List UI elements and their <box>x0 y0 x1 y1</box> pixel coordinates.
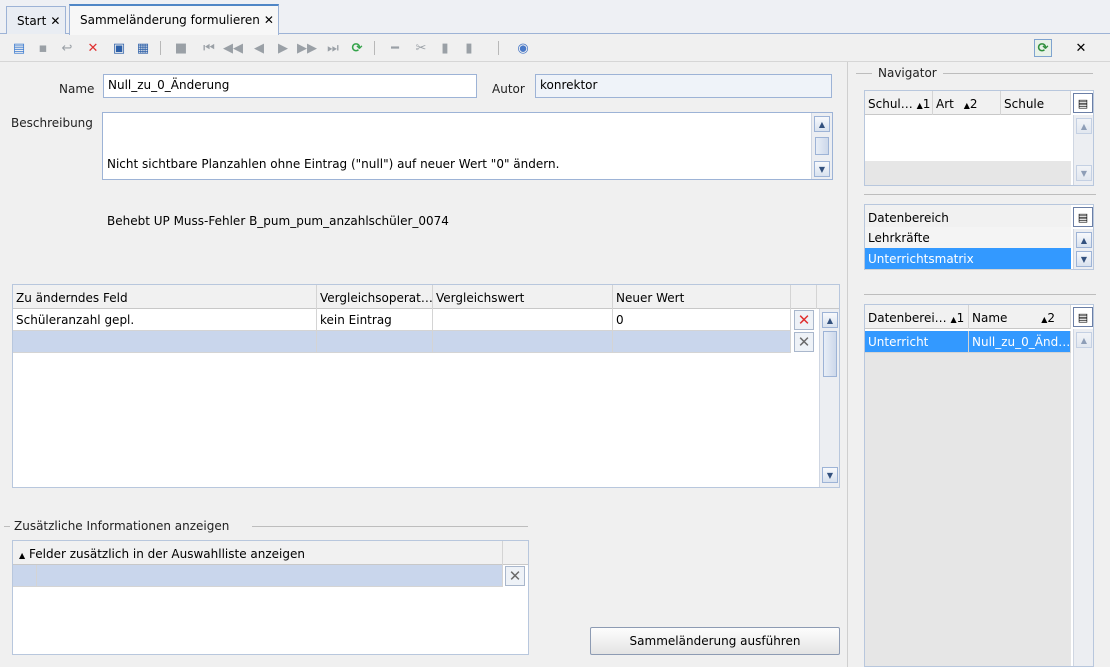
changes-grid: Zu änderndes Feld Vergleichsoperat… Verg… <box>12 284 840 488</box>
table-row-field[interactable]: Schüleranzahl gepl. <box>13 309 317 331</box>
description-line-1: Nicht sichtbare Planzahlen ohne Eintrag … <box>107 157 560 171</box>
delete-icon[interactable]: ✕ <box>84 39 102 57</box>
column-chooser-icon[interactable]: ▤ <box>1073 307 1093 327</box>
next-page-icon[interactable]: ▶▶ <box>297 39 317 57</box>
description-line-2: Behebt UP Muss-Fehler B_pum_pum_anzahlsc… <box>107 214 449 228</box>
table-row-new-value[interactable] <box>613 331 791 353</box>
list-item-selected[interactable]: Unterrichtsmatrix <box>865 248 1071 270</box>
undo-icon[interactable]: ↩ <box>58 39 76 57</box>
tab-start[interactable]: Start ✕ <box>6 6 66 34</box>
delete-row-icon[interactable]: ✕ <box>794 332 814 352</box>
scroll-up-icon[interactable]: ▲ <box>1076 118 1092 134</box>
table-row-area[interactable]: Unterricht <box>865 331 969 353</box>
column-chooser-icon[interactable]: ▤ <box>1073 207 1093 227</box>
navigator-grid-aenderungen: Datenberei… ▲1 Name ▲2 ▤ Unterricht Null… <box>864 304 1094 667</box>
col-extra-fields-label: Felder zusätzlich in der Auswahlliste an… <box>28 547 305 561</box>
scroll-down-icon[interactable]: ▼ <box>1076 251 1092 267</box>
name-field[interactable]: Null_zu_0_Änderung <box>103 74 477 98</box>
paste-icon[interactable]: ▮ <box>460 39 478 57</box>
scroll-thumb[interactable] <box>815 137 829 155</box>
extra-info-grid: ▲ Felder zusätzlich in der Auswahlliste … <box>12 540 529 655</box>
sort-asc-icon: ▲ <box>19 551 26 560</box>
tab-sammelaenderung-label: Sammeländerung formulieren <box>80 13 260 27</box>
remove-icon[interactable]: ━ <box>386 39 404 57</box>
description-field[interactable]: Nicht sichtbare Planzahlen ohne Eintrag … <box>102 112 833 228</box>
scroll-up-icon[interactable]: ▲ <box>1076 232 1092 248</box>
table-row-compare[interactable] <box>433 331 613 353</box>
extra-info-title: Zusätzliche Informationen anzeigen <box>14 519 230 533</box>
col-compare[interactable]: Vergleichswert <box>433 285 613 309</box>
copy2-icon[interactable]: ▮ <box>436 39 454 57</box>
main-panel: Name Null_zu_0_Änderung Autor konrektor … <box>2 62 848 667</box>
col-operator[interactable]: Vergleichsoperat… <box>317 285 433 309</box>
scroll-thumb[interactable] <box>823 331 837 377</box>
description-scrollbar[interactable]: ▲ ▼ <box>811 113 832 179</box>
column-chooser-icon[interactable]: ▤ <box>1073 93 1093 113</box>
description-label: Beschreibung <box>11 116 93 130</box>
tab-start-label: Start <box>17 14 47 28</box>
refresh-window-icon[interactable]: ⟳ <box>1034 39 1052 57</box>
author-field[interactable]: konrektor <box>535 74 832 98</box>
tab-bar: Start ✕ Sammeländerung formulieren ✕ <box>0 0 1110 35</box>
navigator-scrollbar[interactable]: ▲ <box>1073 329 1093 666</box>
scroll-down-icon[interactable]: ▼ <box>822 467 838 483</box>
cut-icon[interactable]: ✂ <box>412 39 430 57</box>
col-extra-fields[interactable]: ▲ Felder zusätzlich in der Auswahlliste … <box>13 541 503 565</box>
navigator-title: Navigator <box>878 66 937 80</box>
close-icon[interactable]: ✕ <box>50 14 60 28</box>
navigator-panel: Navigator Schul… ▲1 Art ▲2 Schule ▤ ▲ ▼ … <box>856 62 1110 667</box>
table-row-operator[interactable]: kein Eintrag <box>317 309 433 331</box>
col-new-value[interactable]: Neuer Wert <box>613 285 791 309</box>
table-row[interactable] <box>37 565 503 587</box>
copy-icon[interactable]: ■ <box>172 39 190 57</box>
tab-sammelaenderung[interactable]: Sammeländerung formulieren ✕ <box>69 4 279 35</box>
next-icon[interactable]: ▶ <box>274 39 292 57</box>
col-art[interactable]: Art ▲2 <box>933 91 1001 115</box>
col-schule-short[interactable]: Schul… ▲1 <box>865 91 933 115</box>
list-item[interactable]: Lehrkräfte <box>865 227 1071 249</box>
col-name[interactable]: Name ▲2 <box>969 305 1071 329</box>
name-label: Name <box>59 82 95 96</box>
last-icon[interactable]: ⏭ <box>324 39 342 57</box>
navigator-grid-schools: Schul… ▲1 Art ▲2 Schule ▤ ▲ ▼ <box>864 90 1094 186</box>
print-icon[interactable]: ▦ <box>134 39 152 57</box>
refresh-icon[interactable]: ⟳ <box>348 39 366 57</box>
delete-row-icon[interactable]: ✕ <box>505 566 525 586</box>
table-row-new-value[interactable]: 0 <box>613 309 791 331</box>
col-schule[interactable]: Schule <box>1001 91 1071 115</box>
scroll-up-icon[interactable]: ▲ <box>822 312 838 328</box>
help-icon[interactable]: ◉ <box>514 39 532 57</box>
table-row-compare[interactable] <box>433 309 613 331</box>
table-row-field[interactable] <box>13 331 317 353</box>
table-row-name[interactable]: Null_zu_0_Änd… <box>969 331 1071 353</box>
changes-grid-header: Zu änderndes Feld Vergleichsoperat… Verg… <box>13 285 839 309</box>
navigator-scrollbar[interactable]: ▲ ▼ <box>1073 229 1093 269</box>
scroll-up-icon[interactable]: ▲ <box>1076 332 1092 348</box>
close-icon[interactable]: ✕ <box>264 13 274 27</box>
select-icon[interactable]: ▣ <box>110 39 128 57</box>
col-field[interactable]: Zu änderndes Feld <box>13 285 317 309</box>
table-row-operator[interactable] <box>317 331 433 353</box>
changes-grid-scrollbar[interactable]: ▲ ▼ <box>819 309 839 487</box>
col-datenbereich[interactable]: Datenbereich <box>865 205 1071 229</box>
scroll-down-icon[interactable]: ▼ <box>814 161 830 177</box>
author-label: Autor <box>492 82 525 96</box>
prev-icon[interactable]: ◀ <box>250 39 268 57</box>
delete-row-icon[interactable]: ✕ <box>794 310 814 330</box>
execute-button[interactable]: Sammeländerung ausführen <box>590 627 840 655</box>
navigator-grid-datenbereich: Datenbereich ▤ Lehrkräfte Unterrichtsmat… <box>864 204 1094 270</box>
col-datenbereich[interactable]: Datenberei… ▲1 <box>865 305 969 329</box>
scroll-up-icon[interactable]: ▲ <box>814 116 830 132</box>
first-icon[interactable]: ⏮ <box>200 39 218 57</box>
scroll-down-icon[interactable]: ▼ <box>1076 165 1092 181</box>
new-icon[interactable]: ▤ <box>10 39 28 57</box>
prev-page-icon[interactable]: ◀◀ <box>223 39 243 57</box>
navigator-scrollbar[interactable]: ▲ ▼ <box>1073 115 1093 185</box>
save-icon[interactable]: ▪ <box>34 39 52 57</box>
close-icon[interactable]: ✕ <box>1072 39 1090 57</box>
toolbar: ▤ ▪ ↩ ✕ ▣ ▦ ■ ⏮ ◀◀ ◀ ▶ ▶▶ ⏭ ⟳ ━ ✂ ▮ ▮ ◉ … <box>0 35 1110 62</box>
